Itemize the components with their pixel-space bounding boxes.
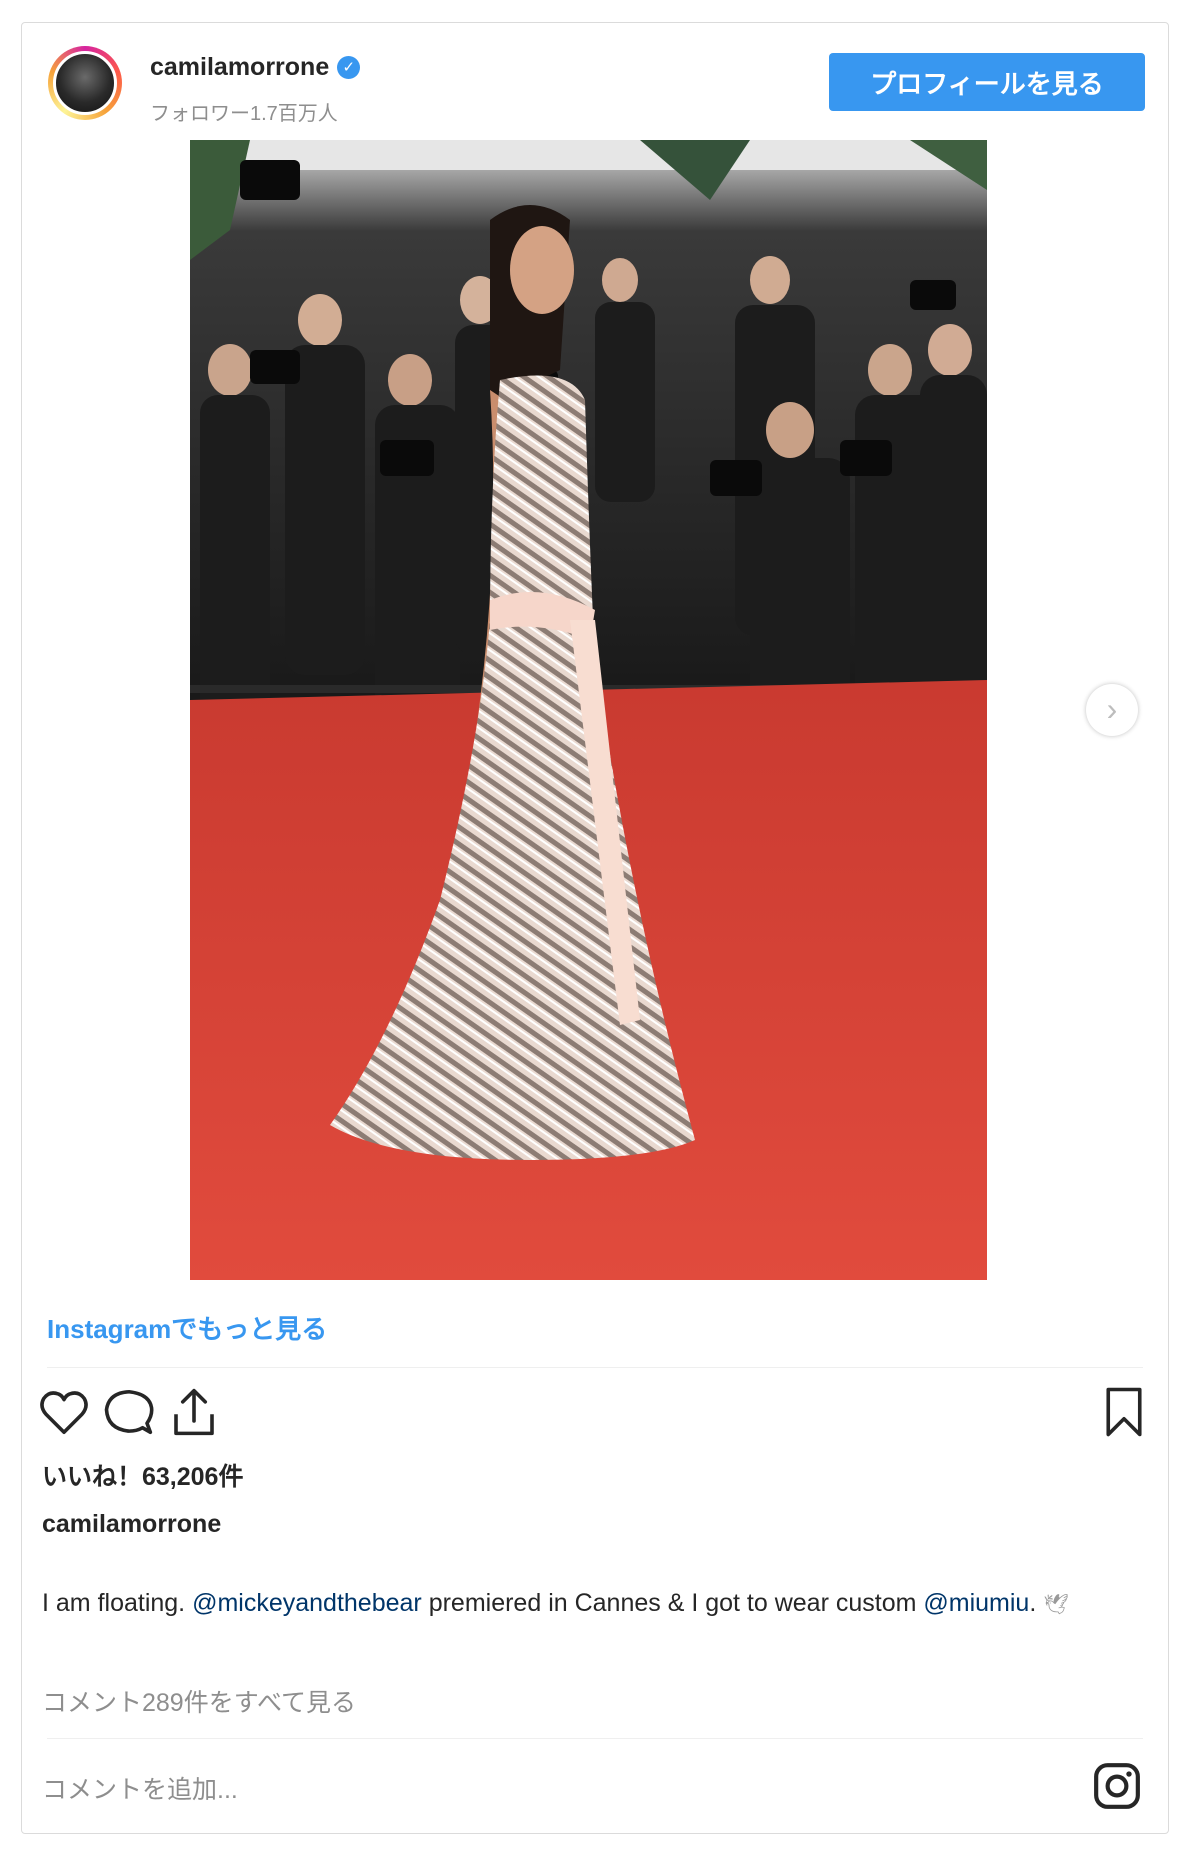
instagram-embed-card: camilamorrone ✓ フォロワー1.7百万人 プロフィールを見る › … [21,22,1169,1834]
view-profile-button[interactable]: プロフィールを見る [829,53,1145,111]
avatar-story-ring[interactable] [48,46,122,120]
chevron-right-icon: › [1106,691,1118,727]
divider [47,1738,1143,1739]
mention-miumiu[interactable]: @miumiu [923,1589,1029,1617]
caption-text: . [1029,1589,1044,1617]
red-carpet-photo-illustration [190,140,987,1280]
share-icon[interactable] [167,1385,221,1439]
mention-mickeyandthebear[interactable]: @mickeyandthebear [192,1589,422,1617]
verified-icon: ✓ [337,56,361,79]
avatar [53,51,117,115]
instagram-icon[interactable] [1092,1761,1142,1811]
post-photo[interactable] [190,140,987,1280]
divider [47,1367,1143,1368]
heart-icon[interactable] [37,1385,91,1439]
caption-text: I am floating. [42,1589,193,1617]
add-comment-input[interactable]: コメントを追加... [42,1770,238,1806]
next-photo-button[interactable]: › [1086,684,1138,736]
dove-emoji: 🕊 [1043,1594,1069,1616]
view-all-comments-link[interactable]: コメント289件をすべて見る [42,1683,356,1719]
caption-text: premiered in Cannes & I got to wear cust… [421,1589,924,1617]
follower-count: フォロワー1.7百万人 [150,103,338,125]
caption-username[interactable]: camilamorrone [42,1510,221,1539]
username[interactable]: camilamorrone [150,53,329,81]
view-more-on-instagram-link[interactable]: Instagramでもっと見る [47,1309,327,1346]
bookmark-icon[interactable] [1097,1385,1151,1439]
like-count[interactable]: いいね！63,206件 [42,1457,243,1493]
comment-icon[interactable] [102,1385,156,1439]
post-caption: I am floating. @mickeyandthebear premier… [42,1585,1132,1624]
